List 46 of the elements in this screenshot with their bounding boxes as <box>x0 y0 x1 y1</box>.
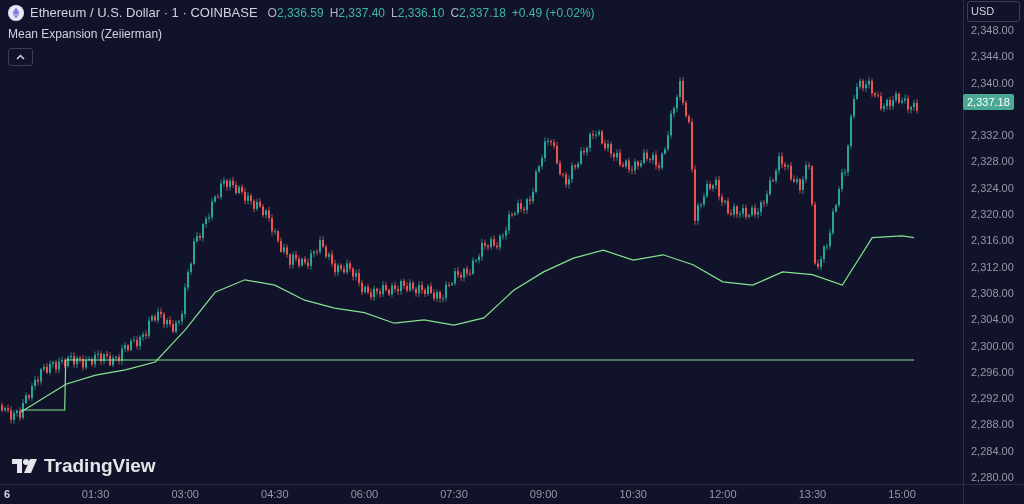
time-axis-label: 01:30 <box>81 488 110 500</box>
ohlc-label: O <box>267 4 277 22</box>
price-change: +0.49 (+0.02%) <box>511 4 595 22</box>
ohlc-label: L <box>391 4 398 22</box>
price-axis-label: 2,328.00 <box>971 155 1014 168</box>
logo-text: TradingView <box>44 456 156 475</box>
price-axis-label: 2,296.00 <box>971 365 1014 378</box>
price-axis-label: 2,348.00 <box>971 24 1014 36</box>
price-axis-label: 2,340.00 <box>971 76 1014 89</box>
price-axis-label: 2,304.00 <box>971 313 1014 326</box>
time-axis-label: 09:00 <box>529 488 558 500</box>
time-axis-label: 07:30 <box>440 488 468 500</box>
price-axis-label: 2,300.00 <box>971 339 1014 352</box>
price-axis-label: 2,316.00 <box>971 234 1014 247</box>
date-label: 6 <box>4 487 11 501</box>
time-axis-label: 12:00 <box>709 488 737 500</box>
last-price-tag: 2,337.18 <box>963 94 1014 110</box>
price-axis-label: 2,320.00 <box>971 208 1014 221</box>
price-axis-label: 2,344.00 <box>971 50 1014 63</box>
indicator-name: Mean Expansion (Zeiierman) <box>8 25 164 43</box>
symbol-title: Ethereum / U.S. Dollar · 1 · COINBASE <box>30 4 258 22</box>
price-axis-label: 2,280.00 <box>971 471 1014 484</box>
time-axis-label: 04:30 <box>261 488 289 500</box>
time-axis-label: 10:30 <box>619 488 647 500</box>
currency-button[interactable]: USD <box>967 1 1020 22</box>
price-axis-label: 2,324.00 <box>971 181 1014 194</box>
logo-icon <box>12 457 38 474</box>
time-axis-label: 03:00 <box>171 488 199 500</box>
time-axis-label: 15:00 <box>888 488 916 500</box>
price-axis-label: 2,308.00 <box>971 286 1014 299</box>
collapse-button[interactable] <box>8 47 33 66</box>
ohlc-value: 2,336.10 <box>397 4 445 22</box>
chevron-up-icon <box>16 53 25 60</box>
ethereum-icon <box>8 4 24 21</box>
time-axis-label: 13:30 <box>798 488 827 500</box>
price-axis-label: 2,284.00 <box>971 444 1014 457</box>
ohlc-value: 2,337.40 <box>338 4 386 22</box>
time-axis-label: 06:00 <box>350 488 379 500</box>
ohlc-value: 2,337.18 <box>459 4 506 22</box>
price-axis-label: 2,332.00 <box>971 129 1014 142</box>
price-axis-label: 2,292.00 <box>971 392 1014 405</box>
price-axis-label: 2,312.00 <box>971 260 1014 273</box>
ohlc-label: C <box>450 4 460 22</box>
ohlc-value: 2,336.59 <box>276 4 324 22</box>
ohlc-label: H <box>329 4 339 22</box>
price-axis-label: 2,288.00 <box>971 418 1014 431</box>
